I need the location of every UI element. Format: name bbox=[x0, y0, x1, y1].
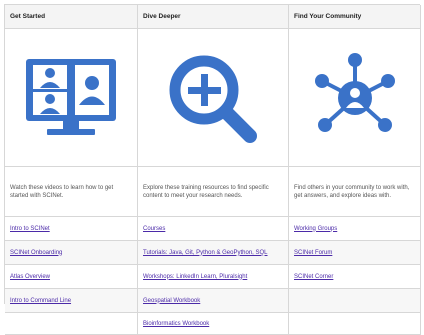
table-cell: Geospatial Workbook bbox=[138, 289, 289, 313]
table-cell: SCINet Forum bbox=[289, 241, 421, 265]
table-cell-empty bbox=[289, 289, 421, 313]
link-courses[interactable]: Courses bbox=[143, 225, 165, 233]
link-workshops[interactable]: Workshops: LinkedIn Learn, Pluralsight bbox=[143, 273, 247, 281]
table-cell: Bioinformatics Workbook bbox=[138, 313, 289, 335]
link-working-groups[interactable]: Working Groups bbox=[294, 225, 337, 233]
table-cell: SCINet Onboarding bbox=[5, 241, 138, 265]
table-cell: Atlas Overview bbox=[5, 265, 138, 289]
link-bioinformatics-workbook[interactable]: Bioinformatics Workbook bbox=[143, 320, 209, 328]
community-network-icon bbox=[289, 29, 421, 167]
link-intro-to-command-line[interactable]: Intro to Command Line bbox=[10, 297, 71, 305]
table-cell: Tutorials: Java, Git, Python & GeoPython… bbox=[138, 241, 289, 265]
link-atlas-overview[interactable]: Atlas Overview bbox=[10, 273, 50, 281]
table-cell-empty bbox=[289, 313, 421, 335]
resource-table: Get Started Dive Deeper Find Your Commun… bbox=[4, 4, 421, 335]
link-intro-to-scinet[interactable]: Intro to SCINet bbox=[10, 225, 50, 233]
header-find-community: Find Your Community bbox=[289, 5, 421, 29]
table-cell-empty bbox=[5, 313, 138, 335]
table-cell: SCINet Corner bbox=[289, 265, 421, 289]
table-cell: Courses bbox=[138, 217, 289, 241]
table-cell: Working Groups bbox=[289, 217, 421, 241]
link-scinet-forum[interactable]: SCINet Forum bbox=[294, 249, 332, 257]
header-get-started: Get Started bbox=[5, 5, 138, 29]
magnifier-plus-icon bbox=[138, 29, 289, 167]
description-find-community: Find others in your community to work wi… bbox=[289, 167, 421, 217]
link-geospatial-workbook[interactable]: Geospatial Workbook bbox=[143, 297, 200, 305]
table-cell: Intro to Command Line bbox=[5, 289, 138, 313]
link-scinet-corner[interactable]: SCINet Corner bbox=[294, 273, 333, 281]
header-dive-deeper: Dive Deeper bbox=[138, 5, 289, 29]
table-cell: Intro to SCINet bbox=[5, 217, 138, 241]
video-conference-icon bbox=[5, 29, 138, 167]
description-dive-deeper: Explore these training resources to find… bbox=[138, 167, 289, 217]
table-cell: Workshops: LinkedIn Learn, Pluralsight bbox=[138, 265, 289, 289]
description-get-started: Watch these videos to learn how to get s… bbox=[5, 167, 138, 217]
link-tutorials[interactable]: Tutorials: Java, Git, Python & GeoPython… bbox=[143, 249, 268, 257]
link-scinet-onboarding[interactable]: SCINet Onboarding bbox=[10, 249, 62, 257]
